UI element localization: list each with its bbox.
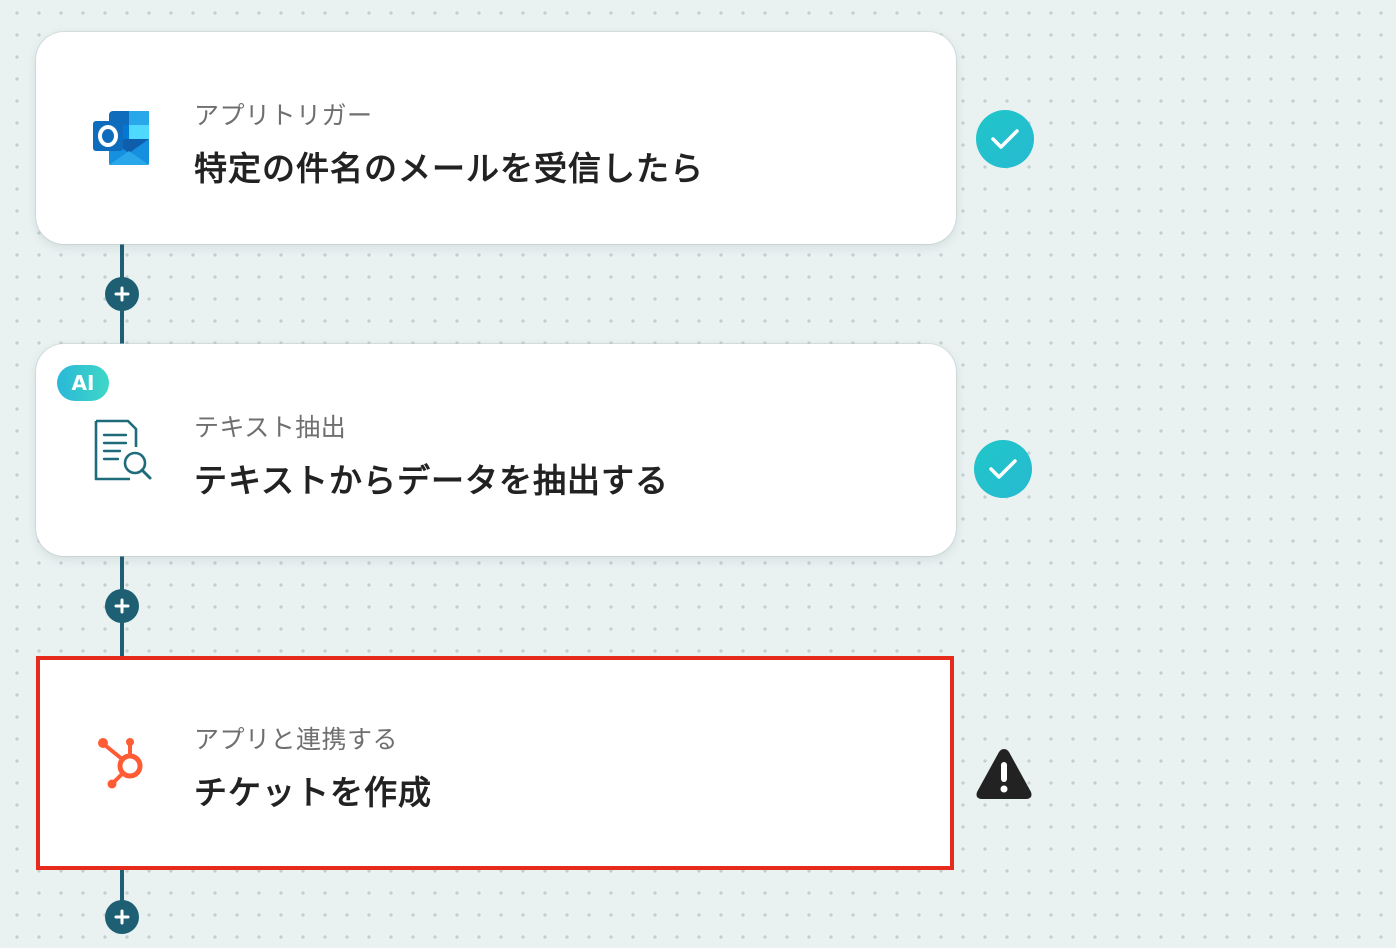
step-card-trigger[interactable]: アプリトリガー 特定の件名のメールを受信したら bbox=[36, 32, 956, 244]
status-complete-icon bbox=[976, 110, 1034, 168]
hubspot-icon bbox=[88, 728, 156, 796]
step-type-label: テキスト抽出 bbox=[194, 413, 347, 442]
step-title: チケットを作成 bbox=[194, 773, 432, 812]
plus-icon bbox=[114, 909, 130, 925]
step-card-text-extraction[interactable]: テキスト抽出 テキストからデータを抽出する bbox=[36, 344, 956, 556]
outlook-icon bbox=[88, 104, 156, 172]
warning-icon bbox=[974, 746, 1034, 802]
document-search-icon bbox=[88, 416, 156, 484]
add-step-button-3[interactable] bbox=[105, 900, 139, 934]
step-type-label: アプリと連携する bbox=[194, 725, 399, 754]
plus-icon bbox=[114, 286, 130, 302]
add-step-button-2[interactable] bbox=[105, 589, 139, 623]
step-title: 特定の件名のメールを受信したら bbox=[194, 149, 704, 188]
plus-icon bbox=[114, 598, 130, 614]
add-step-button-1[interactable] bbox=[105, 277, 139, 311]
step-title: テキストからデータを抽出する bbox=[194, 461, 670, 500]
step-card-create-ticket[interactable]: アプリと連携する チケットを作成 bbox=[36, 656, 954, 870]
status-complete-icon bbox=[974, 440, 1032, 498]
ai-badge: AI bbox=[57, 365, 109, 401]
step-type-label: アプリトリガー bbox=[194, 101, 373, 130]
